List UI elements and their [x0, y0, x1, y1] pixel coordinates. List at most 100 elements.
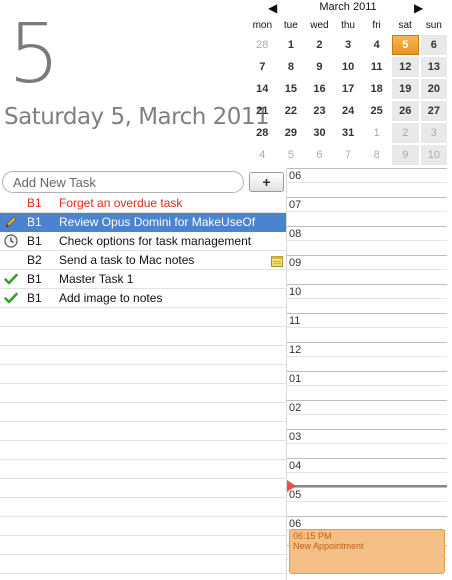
task-row[interactable]: B1 Master Task 1	[0, 270, 286, 289]
note-icon[interactable]	[271, 254, 283, 267]
hour-divider	[287, 371, 447, 372]
day-timeline[interactable]: 0607080910111201020304050607 06:15 PM Ne…	[286, 168, 447, 580]
calendar-day[interactable]: 17	[335, 79, 362, 99]
hour-divider	[287, 487, 447, 488]
half-hour-divider	[287, 327, 447, 328]
calendar-day[interactable]: 5	[278, 145, 305, 165]
hour-divider	[287, 284, 447, 285]
task-row[interactable]: B1 Review Opus Domini for MakeUseOf	[0, 213, 286, 232]
appointment-time: 06:15 PM	[293, 531, 332, 541]
hour-label: 07	[289, 199, 302, 211]
task-priority-tag: B1	[27, 291, 42, 305]
calendar-day[interactable]: 26	[391, 101, 419, 121]
triangle-right-icon[interactable]: ▶	[414, 0, 423, 16]
calendar-day[interactable]: 4	[363, 35, 390, 55]
calendar-day[interactable]: 24	[335, 101, 362, 121]
calendar-day[interactable]: 9	[306, 57, 333, 77]
calendar-day[interactable]: 20	[420, 79, 448, 99]
calendar-day[interactable]: 18	[363, 79, 390, 99]
full-date-label: Saturday 5, March 2011	[4, 104, 270, 130]
half-hour-divider	[287, 472, 447, 473]
calendar-day[interactable]: 2	[306, 35, 333, 55]
calendar-day[interactable]: 9	[391, 145, 419, 165]
calendar-day[interactable]: 6	[306, 145, 333, 165]
calendar-day[interactable]: 14	[249, 79, 276, 99]
calendar-day[interactable]: 23	[306, 101, 333, 121]
calendar-day[interactable]: 6	[420, 35, 448, 55]
hour-label: 08	[289, 228, 302, 240]
calendar-weekday-label: sat	[398, 20, 412, 31]
task-row[interactable]: B2 Send a task to Mac notes	[0, 251, 286, 270]
half-hour-divider	[287, 414, 447, 415]
calendar-day[interactable]: 5	[391, 35, 419, 55]
calendar-day[interactable]: 11	[363, 57, 390, 77]
half-hour-divider	[287, 240, 447, 241]
calendar-day[interactable]: 13	[420, 57, 448, 77]
task-title: Add image to notes	[59, 291, 163, 305]
calendar-day[interactable]: 12	[391, 57, 419, 77]
calendar-day[interactable]: 30	[306, 123, 333, 143]
calendar-day[interactable]: 10	[420, 145, 448, 165]
half-hour-divider	[287, 182, 447, 183]
calendar-day[interactable]: 28	[249, 123, 276, 143]
hour-label: 02	[289, 402, 302, 414]
calendar-day[interactable]: 8	[278, 57, 305, 77]
calendar-day[interactable]: 8	[363, 145, 390, 165]
calendar-day[interactable]: 31	[335, 123, 362, 143]
task-priority-tag: B1	[27, 196, 42, 210]
calendar-day[interactable]: 3	[420, 123, 448, 143]
task-row[interactable]: B1 Check options for task management	[0, 232, 286, 251]
checkmark-icon[interactable]	[4, 291, 18, 305]
calendar-day[interactable]: 1	[363, 123, 390, 143]
calendar-weekday-label: tue	[283, 20, 298, 31]
current-time-marker-icon	[287, 480, 296, 492]
task-priority-tag: B1	[27, 234, 42, 248]
calendar-day[interactable]: 15	[278, 79, 305, 99]
appointment-title: New Appointment	[293, 541, 364, 551]
task-row[interactable]: B1 Add image to notes	[0, 289, 286, 308]
checkmark-icon[interactable]	[4, 272, 18, 286]
half-hour-divider	[287, 443, 447, 444]
calendar-day[interactable]: 29	[278, 123, 305, 143]
half-hour-divider	[287, 356, 447, 357]
calendar-day[interactable]: 16	[306, 79, 333, 99]
calendar-day[interactable]: 21	[249, 101, 276, 121]
calendar-day[interactable]: 28	[249, 35, 276, 55]
appointment-block[interactable]: 06:15 PM New Appointment	[289, 529, 445, 574]
calendar-day[interactable]: 10	[335, 57, 362, 77]
task-priority-tag: B2	[27, 253, 42, 267]
task-priority-tag: B1	[27, 272, 42, 286]
calendar-day[interactable]: 25	[363, 101, 390, 121]
calendar-day[interactable]: 2	[391, 123, 419, 143]
calendar-weekday-row: mon tue wed thu fri sat sun	[248, 20, 448, 31]
half-hour-divider	[287, 269, 447, 270]
half-hour-divider	[287, 298, 447, 299]
calendar-day[interactable]: 3	[335, 35, 362, 55]
calendar-day[interactable]: 1	[278, 35, 305, 55]
task-title: Send a task to Mac notes	[59, 253, 195, 267]
calendar-day[interactable]: 4	[249, 145, 276, 165]
pencil-icon[interactable]	[4, 215, 18, 229]
add-task-input[interactable]	[2, 171, 244, 193]
calendar-weekday-label: mon	[252, 20, 273, 31]
hour-divider	[287, 255, 447, 256]
calendar-day[interactable]: 7	[335, 145, 362, 165]
clock-icon[interactable]	[4, 234, 18, 248]
hour-divider	[287, 429, 447, 430]
hour-label: 01	[289, 373, 302, 385]
task-list: B1 Forget an overdue task B1 Review Opus Do…	[0, 194, 286, 580]
current-time-line	[293, 485, 447, 487]
calendar-day-grid: 28 1 2 3 4 5 6 7 8 9 10 11 12 13 14 15 16 17 18 19 20 21 22 23 2…	[248, 34, 448, 166]
calendar-day[interactable]: 27	[420, 101, 448, 121]
add-task-button[interactable]: +	[249, 172, 284, 192]
calendar-day[interactable]: 22	[278, 101, 305, 121]
calendar-day[interactable]: 19	[391, 79, 419, 99]
hour-divider	[287, 400, 447, 401]
hour-divider	[287, 197, 447, 198]
calendar-weekday-label: fri	[372, 20, 381, 31]
big-day-number: 5	[8, 7, 60, 102]
task-row[interactable]: B1 Forget an overdue task	[0, 194, 286, 213]
hour-divider	[287, 313, 447, 314]
calendar-weekday-label: sun	[425, 20, 442, 31]
calendar-day[interactable]: 7	[249, 57, 276, 77]
